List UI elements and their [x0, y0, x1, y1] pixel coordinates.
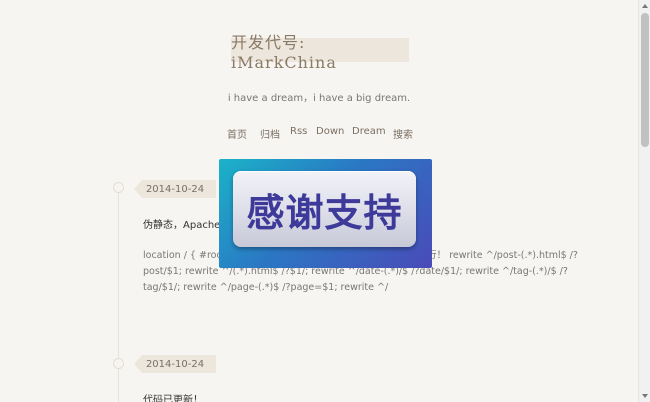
- nav-item-down[interactable]: Down: [316, 126, 344, 137]
- scroll-up-arrow-icon[interactable]: [642, 4, 648, 8]
- scroll-down-arrow-icon[interactable]: [642, 394, 648, 398]
- timeline-dot: [113, 182, 124, 193]
- nav-item-search[interactable]: 搜索: [393, 126, 413, 141]
- post-title[interactable]: 代码已更新！: [143, 391, 203, 402]
- timeline-dot: [113, 358, 124, 369]
- nav-item-rss[interactable]: Rss: [290, 126, 307, 137]
- thanks-support-label: 感谢支持: [246, 190, 403, 235]
- post-title[interactable]: 伪静态，Apache/N: [143, 216, 231, 231]
- nav-item-dream[interactable]: Dream: [352, 126, 386, 137]
- post-date-badge: 2014-10-24: [134, 355, 216, 373]
- vertical-scrollbar[interactable]: [638, 0, 650, 402]
- site-title[interactable]: 开发代号: iMarkChina: [231, 33, 409, 72]
- scrollbar-thumb[interactable]: [641, 13, 649, 147]
- nav-item-archive[interactable]: 归档: [260, 126, 280, 141]
- main-nav: 首页 归档 Rss Down Dream 搜索: [0, 126, 638, 141]
- support-popup: 感谢支持: [219, 159, 432, 268]
- post-date-badge: 2014-10-24: [134, 180, 216, 198]
- page: 开发代号: iMarkChina i have a dream，i have a…: [0, 0, 638, 402]
- timeline-line: [118, 188, 119, 402]
- site-tagline: i have a dream，i have a big dream.: [227, 93, 411, 104]
- thanks-support-button[interactable]: 感谢支持: [233, 171, 416, 247]
- nav-item-home[interactable]: 首页: [227, 126, 247, 141]
